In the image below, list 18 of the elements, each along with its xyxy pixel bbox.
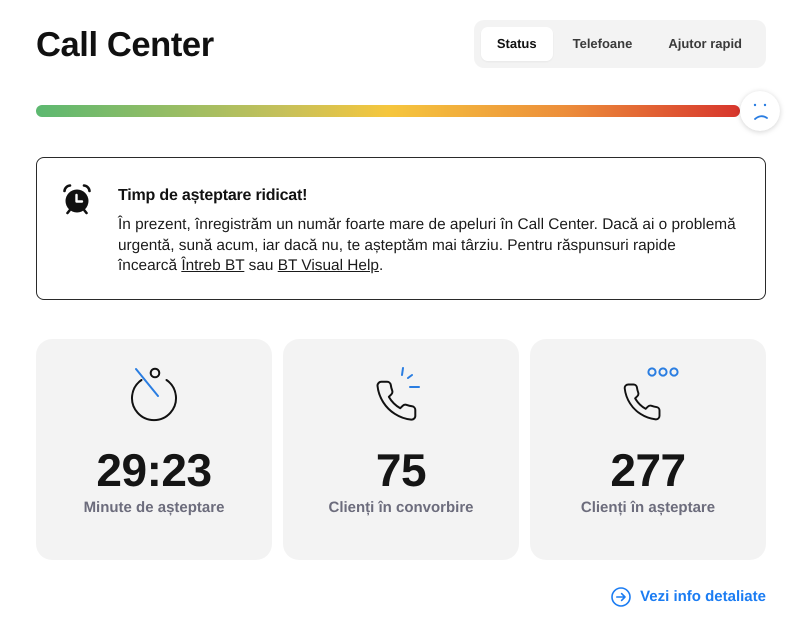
details-link[interactable]: Vezi info detaliate [611, 586, 766, 606]
alert-title: Timp de așteptare ridicat! [118, 186, 308, 206]
tab[interactable]: Status [480, 27, 553, 61]
help-link[interactable]: Întreb BT [181, 257, 244, 274]
stat-value: 75 [376, 444, 426, 496]
alert-message: În prezent, înregistrăm un număr foarte mare de apeluri în Call Center. Dacă ai o problemă urgentă, sună acum, iar dacă nu, te așteptăm mai târziu. Pentru răspunsuri rapide încearcă Întreb BT sau BT Visual Help. [118, 215, 737, 276]
tab[interactable]: Ajutor rapid [652, 27, 758, 61]
details-link-label: Vezi info detaliate [640, 588, 766, 605]
arrow-circle-icon [611, 586, 632, 606]
stat-value: 277 [610, 444, 686, 496]
page-title: Call Center [36, 26, 214, 64]
alarm-clock-icon [61, 183, 93, 215]
help-link[interactable]: BT Visual Help [278, 257, 379, 274]
stat-value: 29:23 [96, 444, 212, 496]
stat-label: Minute de așteptare [84, 498, 224, 518]
tab[interactable]: Telefoane [556, 27, 648, 61]
stat-label: Clienți în convorbire [328, 498, 474, 518]
stat-label: Clienți în așteptare [580, 498, 716, 518]
